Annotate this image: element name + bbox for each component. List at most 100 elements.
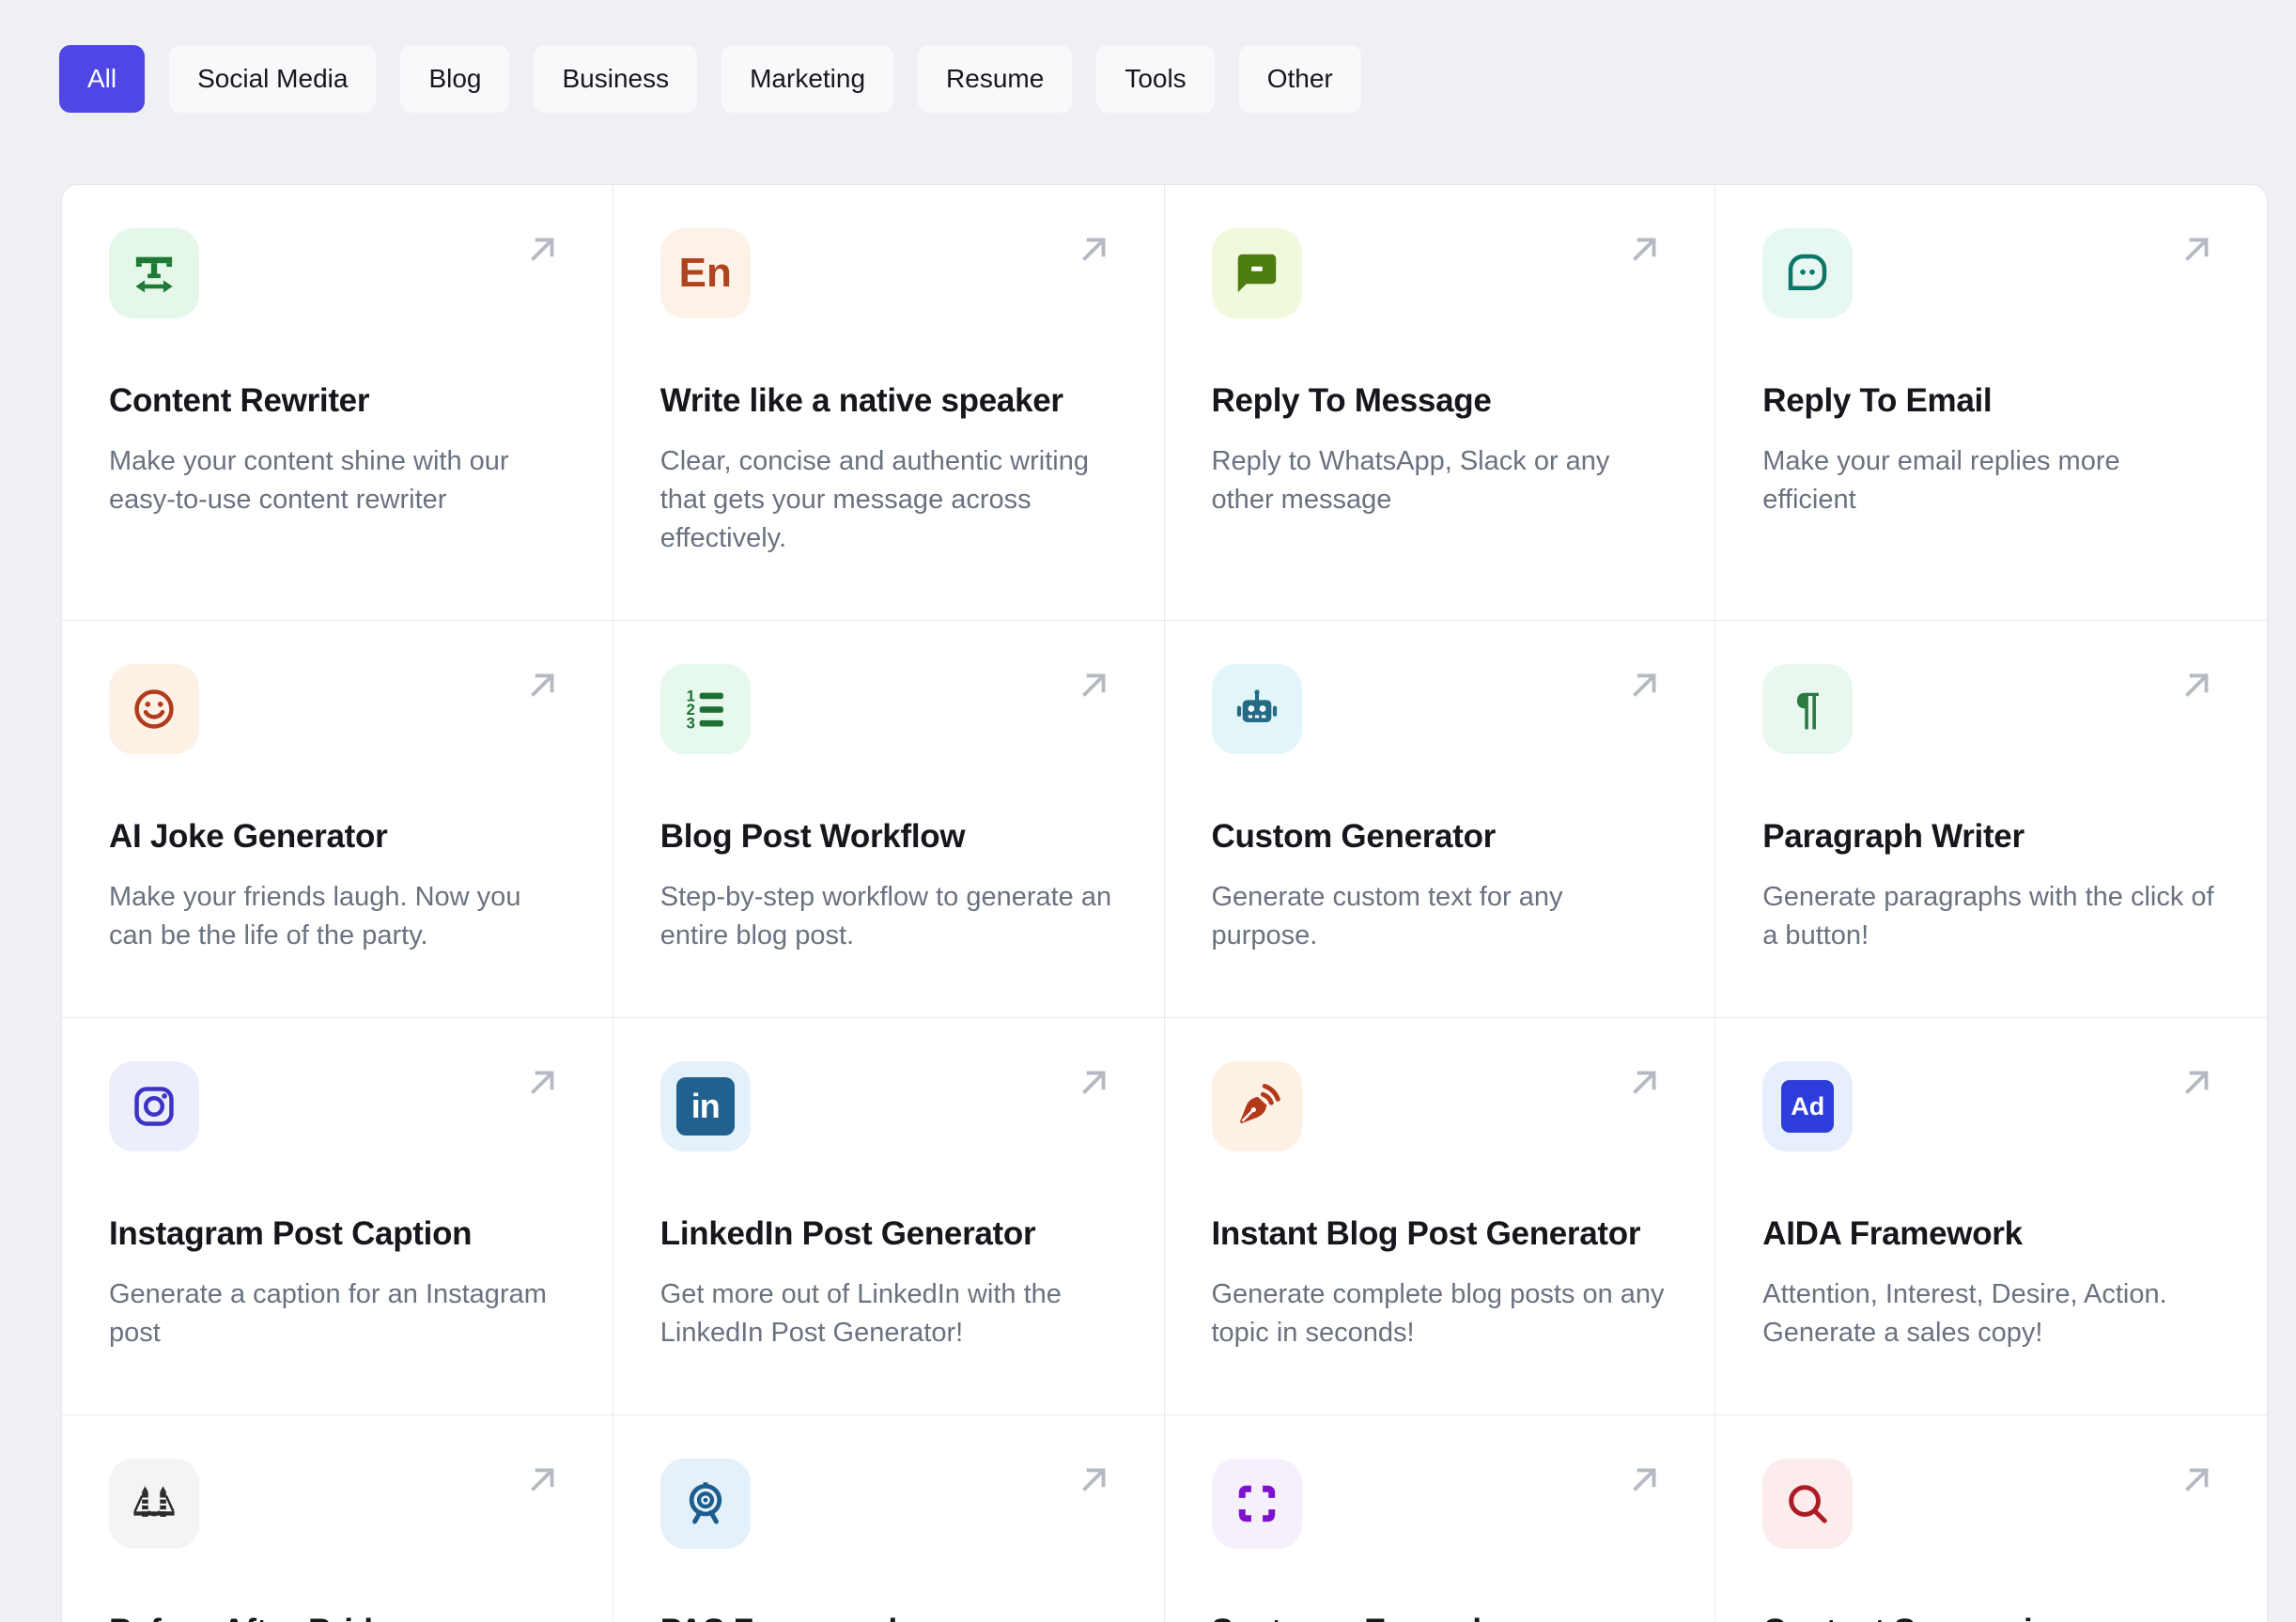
tools-grid: Content Rewriter Make your content shine… (62, 185, 2267, 1622)
tool-icon-tile (1211, 228, 1302, 318)
arrow-up-right-icon[interactable] (1072, 664, 1115, 707)
tool-card-description: Generate a caption for an Instagram post (109, 1279, 547, 1348)
arrow-up-right-icon[interactable] (520, 664, 564, 707)
tool-card[interactable]: 1 2 3 Blog Post Workflow Step-by-step wo… (613, 621, 1165, 1018)
category-tab-business[interactable]: Business (534, 45, 698, 113)
tool-card[interactable]: Content Rewriter Make your content shine… (62, 185, 613, 621)
tool-card[interactable]: Reply To Message Reply to WhatsApp, Slac… (1164, 185, 1716, 621)
tool-card-title: Write like a native speaker (659, 382, 1063, 419)
tool-icon-tile: ¶ (1762, 664, 1854, 754)
category-tab-all[interactable]: All (59, 45, 146, 113)
arrow-up-right-icon[interactable] (2175, 228, 2218, 271)
arrow-up-right-icon[interactable] (520, 1061, 564, 1105)
linkedin-icon: in (675, 1077, 735, 1135)
category-tab-blog[interactable]: Blog (400, 45, 510, 113)
tool-card-title: Before-After-Bridge (109, 1611, 566, 1622)
tool-icon-tile (109, 228, 199, 318)
tool-card-title: AIDA Framework (1762, 1215, 2023, 1252)
tool-card-title: Instagram Post Caption (109, 1215, 473, 1252)
tool-icon-tile (1211, 664, 1302, 754)
pen-signal-icon (1232, 1081, 1282, 1132)
tool-card-title: AI Joke Generator (109, 818, 388, 855)
category-tab-resume[interactable]: Resume (918, 45, 1073, 113)
tool-card-title: Reply To Email (1762, 382, 1993, 419)
arrow-up-right-icon[interactable] (1622, 664, 1666, 707)
expand-corners-icon (1232, 1478, 1282, 1529)
tool-card[interactable]: Reply To Email Make your email replies m… (1715, 185, 2267, 621)
arrow-up-right-icon[interactable] (2175, 1459, 2218, 1502)
svg-text:3: 3 (686, 715, 694, 733)
tool-card[interactable]: Instagram Post Caption Generate a captio… (62, 1018, 613, 1415)
instagram-icon (129, 1081, 179, 1132)
tool-card[interactable]: AI Joke Generator Make your friends laug… (62, 621, 613, 1018)
tool-card[interactable]: Before-After-Bridge (62, 1415, 613, 1622)
tool-card-description: Make your email replies more efficient (1762, 446, 2120, 515)
text-width-icon (129, 248, 179, 299)
category-tab-label: All (87, 64, 117, 93)
tool-icon-tile (109, 664, 199, 754)
numbered-list-icon: 1 2 3 (680, 684, 731, 734)
category-tab-label: Social Media (197, 64, 349, 93)
tool-icon-tile: in (659, 1061, 751, 1151)
chat-dots-icon (1782, 248, 1833, 299)
category-tab-marketing[interactable]: Marketing (721, 45, 894, 113)
tool-card-title: Custom Generator (1211, 818, 1497, 855)
tool-card[interactable]: Instant Blog Post Generator Generate com… (1164, 1018, 1716, 1415)
tool-card-title: LinkedIn Post Generator (659, 1215, 1036, 1252)
tool-card-title: Blog Post Workflow (659, 818, 966, 855)
tool-icon-tile: Ad (1762, 1061, 1854, 1151)
tool-card-description: Generate paragraphs with the click of a … (1762, 882, 2214, 950)
tool-icon-tile (1762, 228, 1854, 318)
tool-card-title: Content Rewriter (109, 382, 370, 419)
tool-card-description: Make your friends laugh. Now you can be … (109, 882, 521, 950)
arrow-up-right-icon[interactable] (1072, 228, 1115, 271)
tool-card[interactable]: PAS Framework (613, 1415, 1165, 1622)
tool-card-title: Reply To Message (1211, 382, 1492, 419)
tool-card-title: Content Summarizer (1762, 1611, 2220, 1622)
category-tab-label: Business (562, 64, 670, 93)
arrow-up-right-icon[interactable] (2175, 664, 2218, 707)
magnifier-icon (1782, 1478, 1833, 1529)
tool-icon-tile: En (659, 228, 751, 318)
tool-card[interactable]: Custom Generator Generate custom text fo… (1164, 621, 1716, 1018)
tool-card[interactable]: in LinkedIn Post Generator Get more out … (613, 1018, 1165, 1415)
tool-icon-tile (109, 1459, 199, 1549)
tool-card-description: Make your content shine with our easy-to… (109, 446, 509, 515)
ad-icon: Ad (1781, 1080, 1835, 1133)
category-tab-other[interactable]: Other (1238, 45, 1361, 113)
category-filter-bar: All Social Media Blog Business Marketing… (59, 45, 1361, 113)
pilcrow-icon: ¶ (1782, 684, 1833, 734)
arrow-up-right-icon[interactable] (1072, 1061, 1115, 1105)
tool-icon-tile: 1 2 3 (659, 664, 751, 754)
category-tab-label: Resume (946, 64, 1045, 93)
tool-card[interactable]: ¶ Paragraph Writer Generate paragraphs w… (1715, 621, 2267, 1018)
arrow-up-right-icon[interactable] (520, 228, 564, 271)
arrow-up-right-icon[interactable] (1622, 1061, 1666, 1105)
tool-card-description: Step-by-step workflow to generate an ent… (659, 882, 1112, 950)
tool-card-description: Reply to WhatsApp, Slack or any other me… (1211, 446, 1610, 515)
arrow-up-right-icon[interactable] (520, 1459, 564, 1502)
arrow-up-right-icon[interactable] (2175, 1061, 2218, 1105)
svg-text:¶: ¶ (1796, 684, 1821, 734)
tool-icon-tile (1211, 1459, 1302, 1549)
arrow-up-right-icon[interactable] (1622, 1459, 1666, 1502)
arrow-up-right-icon[interactable] (1622, 228, 1666, 271)
smiley-icon (129, 684, 179, 734)
tools-grid-container: Content Rewriter Make your content shine… (61, 184, 2268, 1622)
arrow-up-right-icon[interactable] (1072, 1459, 1115, 1502)
bridge-icon (129, 1478, 179, 1529)
robot-icon (1232, 684, 1282, 734)
tool-card-title: PAS Framework (660, 1611, 1117, 1622)
category-tab-label: Tools (1125, 64, 1187, 93)
tool-card-description: Clear, concise and authentic writing tha… (659, 446, 1089, 553)
tool-card[interactable]: Content Summarizer (1715, 1415, 2267, 1622)
tool-card[interactable]: Sentence Expander (1164, 1415, 1716, 1622)
tool-card[interactable]: En Write like a native speaker Clear, co… (613, 185, 1165, 621)
category-tab-social-media[interactable]: Social Media (169, 45, 377, 113)
tool-card[interactable]: Ad AIDA Framework Attention, Interest, D… (1715, 1018, 2267, 1415)
tool-icon-tile (109, 1061, 199, 1151)
tool-card-description: Generate complete blog posts on any topi… (1211, 1279, 1665, 1348)
category-tab-tools[interactable]: Tools (1096, 45, 1215, 113)
tool-card-title: Sentence Expander (1212, 1611, 1668, 1622)
category-tab-label: Other (1266, 64, 1333, 93)
